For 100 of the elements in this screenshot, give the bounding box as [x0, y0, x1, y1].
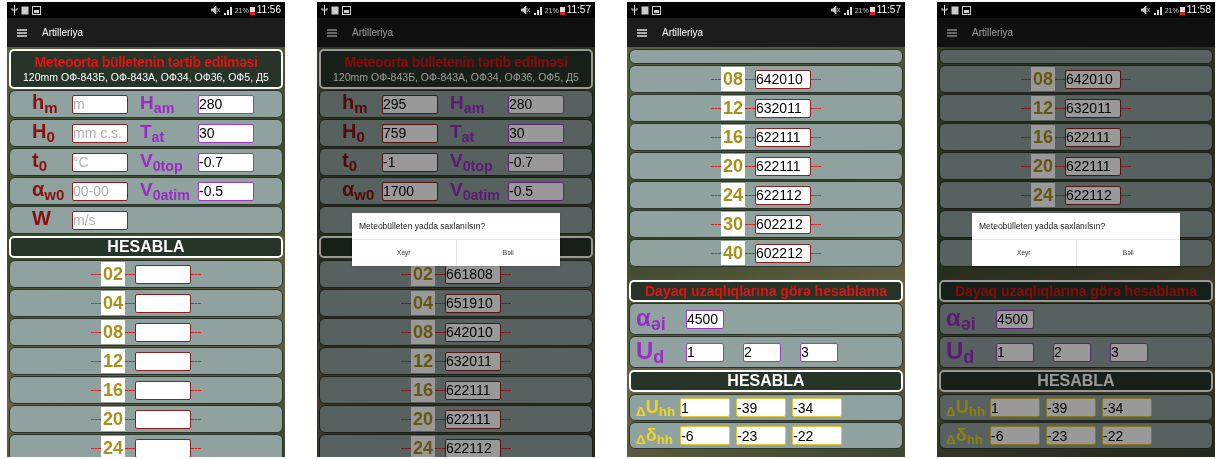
calculate-button[interactable]: HESABLA: [939, 370, 1213, 392]
image-icon: [962, 5, 971, 15]
document-icon: [951, 5, 959, 15]
parameter-label: H$_{am}$: [140, 92, 175, 113]
usb-icon: [321, 5, 328, 15]
input-field[interactable]: mm c.s.: [72, 123, 128, 143]
input-field[interactable]: -1: [382, 152, 438, 172]
mute-icon: [520, 6, 530, 14]
parameter-label: U$_{d}$: [636, 336, 665, 364]
altitude-label: 30: [721, 212, 745, 236]
input-field[interactable]: -39: [1046, 398, 1096, 417]
input-field[interactable]: 1700: [382, 181, 438, 201]
input-field[interactable]: 651910: [445, 293, 501, 313]
input-field[interactable]: 1: [686, 342, 724, 362]
input-field[interactable]: -23: [1046, 426, 1096, 445]
menu-icon[interactable]: [17, 28, 27, 37]
input-field[interactable]: -34: [792, 398, 842, 417]
input-field[interactable]: 622111: [445, 409, 501, 429]
usb-icon: [11, 5, 18, 15]
altitude-label: 20: [721, 154, 745, 178]
altitude-label: 04: [411, 291, 435, 315]
parameter-label: H$_{0}$: [32, 120, 55, 142]
input-field[interactable]: 295: [382, 94, 438, 114]
input-field[interactable]: m: [72, 94, 128, 114]
input-field[interactable]: 3: [800, 342, 838, 362]
input-field[interactable]: -6: [990, 426, 1040, 445]
parameter-label: V$_{0atim}$: [450, 179, 500, 200]
input-field[interactable]: 602212: [755, 243, 811, 263]
input-field[interactable]: 632011: [755, 98, 811, 118]
input-field[interactable]: -6: [680, 426, 730, 445]
signal-icon: [843, 5, 853, 15]
input-field[interactable]: 1: [990, 398, 1040, 417]
altitude-label: 24: [101, 436, 125, 457]
input-field[interactable]: -22: [792, 426, 842, 445]
input-field[interactable]: [135, 438, 191, 457]
input-field[interactable]: [135, 322, 191, 342]
input-field[interactable]: 622111: [1065, 156, 1121, 176]
usb-icon: [941, 5, 948, 15]
input-field[interactable]: 280: [198, 94, 254, 114]
input-field[interactable]: -0.7: [198, 152, 254, 172]
altitude-label: 12: [101, 349, 125, 373]
input-field[interactable]: 622111: [755, 127, 811, 147]
input-field[interactable]: 4500: [996, 309, 1034, 329]
screen-title: Meteoorta bülletenin tərtib edilməsi: [344, 54, 568, 71]
parameter-label: W: [32, 207, 51, 229]
input-field[interactable]: [135, 351, 191, 371]
altitude-label: 02: [101, 262, 125, 286]
signal-icon: [223, 5, 233, 15]
input-field[interactable]: 00-00: [72, 181, 128, 201]
input-field[interactable]: m/s: [72, 210, 128, 230]
calculate-button[interactable]: HESABLA: [629, 370, 903, 392]
input-field[interactable]: 30: [508, 123, 564, 143]
input-field[interactable]: [135, 409, 191, 429]
input-field[interactable]: 602212: [755, 214, 811, 234]
input-field[interactable]: 622112: [1065, 185, 1121, 205]
input-field[interactable]: 622111: [1065, 127, 1121, 147]
input-field[interactable]: 1: [680, 398, 730, 417]
dialog-message: Meteobülleten yadda saxlanılsın?: [978, 219, 1107, 233]
input-field[interactable]: 280: [508, 94, 564, 114]
parameter-label: U$_{d}$: [946, 336, 975, 364]
input-field[interactable]: 622111: [755, 156, 811, 176]
screen-subtitle: 120mm ОФ-843Б, ОФ-843А, ОФ34, ОФ36, ОФ5, Д5: [23, 71, 269, 84]
input-field[interactable]: 622112: [755, 185, 811, 205]
input-field[interactable]: 642010: [1065, 69, 1121, 89]
document-icon: [21, 5, 29, 15]
input-field[interactable]: 1: [996, 342, 1034, 362]
input-field[interactable]: -0.7: [508, 152, 564, 172]
menu-icon[interactable]: [327, 28, 337, 37]
input-field[interactable]: [135, 380, 191, 400]
input-field[interactable]: -39: [736, 398, 786, 417]
input-field[interactable]: 622112: [445, 438, 501, 457]
input-field[interactable]: -0.5: [198, 181, 254, 201]
menu-icon[interactable]: [947, 28, 957, 37]
altitude-label: 12: [721, 96, 745, 120]
input-field[interactable]: 2: [743, 342, 781, 362]
input-field[interactable]: 759: [382, 123, 438, 143]
input-field[interactable]: 642010: [755, 69, 811, 89]
input-field[interactable]: [135, 293, 191, 313]
input-field[interactable]: 30: [198, 123, 254, 143]
input-field[interactable]: -34: [1102, 398, 1152, 417]
input-field[interactable]: -22: [1102, 426, 1152, 445]
input-field[interactable]: 4500: [686, 309, 724, 329]
input-field[interactable]: [135, 264, 191, 284]
input-field[interactable]: -0.5: [508, 181, 564, 201]
clock: 11:57: [876, 5, 901, 15]
input-field[interactable]: 632011: [1065, 98, 1121, 118]
input-field[interactable]: 632011: [445, 351, 501, 371]
input-field[interactable]: 3: [1110, 342, 1148, 362]
parameter-label: t$_{0}$: [342, 149, 357, 171]
calculate-button[interactable]: HESABLA: [9, 236, 283, 258]
battery-icon: [249, 5, 255, 15]
input-field[interactable]: °C: [72, 152, 128, 172]
input-field[interactable]: -23: [736, 426, 786, 445]
parameter-label: T$_{at}$: [450, 121, 475, 142]
menu-icon[interactable]: [637, 28, 647, 37]
input-field[interactable]: 642010: [445, 322, 501, 342]
parameter-label: $_{Δ}$U$_{hh}$: [636, 396, 676, 417]
altitude-label: 08: [101, 320, 125, 344]
input-field[interactable]: 2: [1053, 342, 1091, 362]
input-field[interactable]: 622111: [445, 380, 501, 400]
